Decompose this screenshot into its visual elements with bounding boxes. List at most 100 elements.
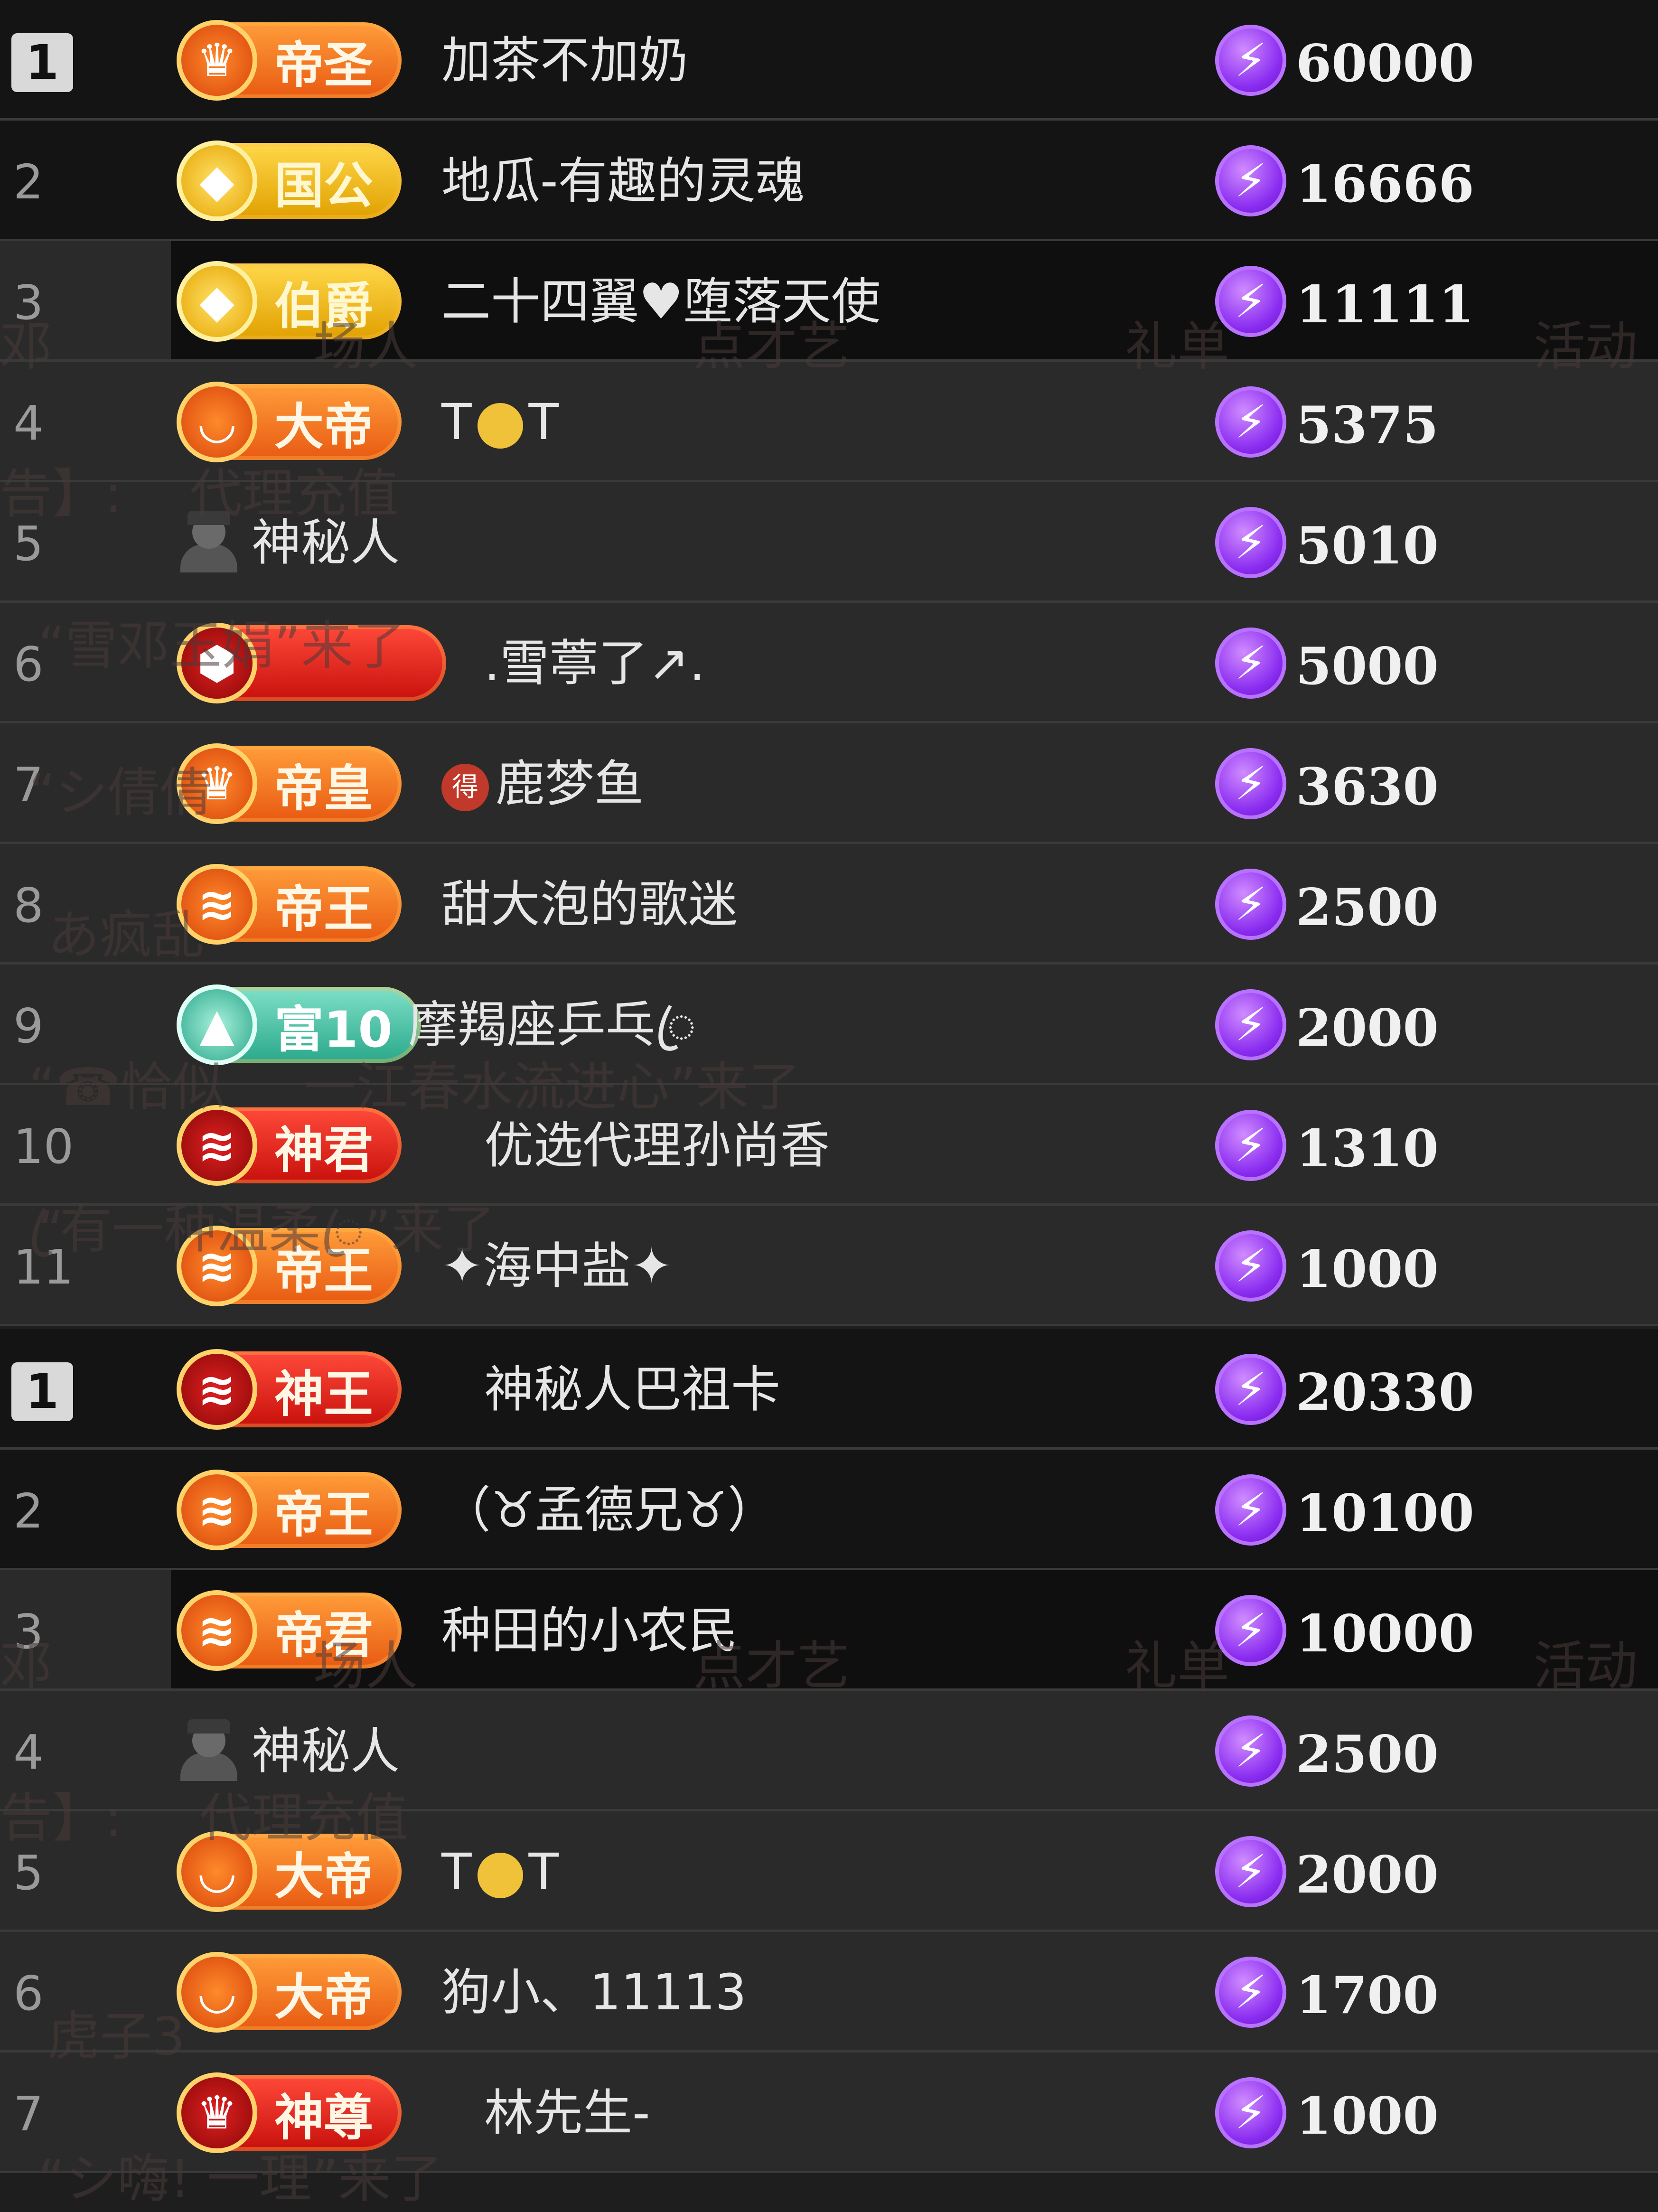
leaderboard-row[interactable]: 5 ◡ 大帝 T T ⚡ 2000	[0, 1811, 1658, 1932]
contribution-score: 3630	[1296, 757, 1439, 817]
leaderboard-row[interactable]: 3 ≋ 帝君 种田的小农民 ⚡ 10000	[0, 1570, 1658, 1691]
leaderboard-row[interactable]: 1 ≋ 神王 神秘人巴祖卡 ⚡ 20330	[0, 1329, 1658, 1450]
rank-number: 3	[13, 1604, 44, 1659]
username-text: （♉孟德兄♉）	[441, 1481, 777, 1539]
username[interactable]: 得鹿梦鱼	[441, 759, 644, 811]
contribution-score: 16666	[1296, 154, 1474, 214]
rank-number: 4	[13, 1725, 44, 1780]
username[interactable]: 摩羯座乒乓ꦿ	[408, 1000, 696, 1050]
leaderboard-row[interactable]: 11 ≋ 帝王 ✦海中盐✦ ⚡ 1000	[0, 1206, 1658, 1326]
username-text: 地瓜-有趣的灵魂	[441, 152, 805, 210]
username[interactable]: （♉孟德兄♉）	[441, 1485, 777, 1535]
leaderboard-row[interactable]: 4 神秘人 ⚡ 2500	[0, 1691, 1658, 1811]
username-text: 神秘人巴祖卡	[484, 1360, 781, 1418]
contribution-score: 10000	[1296, 1604, 1474, 1664]
username[interactable]: TT	[441, 397, 559, 449]
username-text: 甜大泡的歌迷	[441, 875, 738, 933]
badge-label: 帝君	[274, 1606, 374, 1664]
rank-title-badge: ≋ 神王	[177, 1349, 402, 1430]
username[interactable]: 神秘人	[252, 1726, 400, 1776]
username[interactable]: 神秘人	[252, 518, 400, 567]
username[interactable]: 甜大泡的歌迷	[441, 880, 738, 929]
leaderboard-row[interactable]: 5 神秘人 ⚡ 5010	[0, 482, 1658, 603]
username[interactable]: .雪葶了↗.	[484, 638, 705, 688]
rank-title-badge: ≋ 帝王	[177, 864, 402, 945]
rank-number: 2	[13, 154, 44, 210]
badge-emblem-icon: ⬢	[177, 623, 257, 703]
username-text: 林先生-	[484, 2084, 650, 2142]
contribution-score: 1700	[1296, 1966, 1439, 2025]
leaderboard-row[interactable]: 7 ♛ 神尊 林先生- ⚡ 1000	[0, 2053, 1658, 2173]
badge-emblem-icon: ♛	[177, 20, 257, 101]
leaderboard-row[interactable]: 2 ◆ 国公 地瓜-有趣的灵魂 ⚡ 16666	[0, 121, 1658, 241]
rank-number: 4	[13, 395, 44, 451]
leaderboard-row[interactable]: 2 ≋ 帝王 （♉孟德兄♉） ⚡ 10100	[0, 1450, 1658, 1570]
badge-emblem-icon: ≋	[177, 1590, 257, 1671]
badge-emblem-icon: ≋	[177, 1349, 257, 1430]
lightning-gem-icon: ⚡	[1215, 1110, 1286, 1181]
mystery-user-icon	[180, 511, 237, 572]
leaderboard-row[interactable]: 6 ◡ 大帝 狗小、11113 ⚡ 1700	[0, 1932, 1658, 2053]
rank-title-badge: ≋ 帝王	[177, 1226, 402, 1306]
username[interactable]: 种田的小农民	[441, 1606, 738, 1655]
contribution-score: 20330	[1296, 1363, 1474, 1423]
username[interactable]: 林先生-	[484, 2088, 650, 2137]
leaderboard-row[interactable]: 6 ⬢ .雪葶了↗. ⚡ 5000	[0, 603, 1658, 723]
badge-emblem-icon: ▲	[177, 984, 257, 1065]
emoji-face-icon	[477, 1852, 523, 1898]
username[interactable]: TT	[441, 1847, 559, 1898]
username-part: T	[528, 1843, 559, 1901]
username[interactable]: 神秘人巴祖卡	[484, 1365, 780, 1414]
rank-number: 3	[13, 275, 44, 330]
username-part: T	[528, 393, 559, 451]
contribution-score: 11111	[1296, 275, 1474, 335]
contribution-score: 2500	[1296, 1725, 1439, 1784]
rank-number: 5	[13, 516, 44, 572]
badge-emblem-icon: ≋	[177, 1470, 257, 1550]
username-text: 优选代理孙尚香	[484, 1116, 830, 1174]
rank-number: 6	[13, 637, 44, 692]
username-text: 加茶不加奶	[441, 31, 689, 89]
lightning-gem-icon: ⚡	[1215, 1836, 1286, 1907]
lightning-gem-icon: ⚡	[1215, 1957, 1286, 2028]
leaderboard-row[interactable]: 10 ≋ 神君 优选代理孙尚香 ⚡ 1310	[0, 1085, 1658, 1206]
badge-emblem-icon: ≋	[177, 1105, 257, 1186]
lightning-gem-icon: ⚡	[1215, 1474, 1286, 1546]
badge-label: 神君	[274, 1121, 374, 1179]
rank-title-badge: ≋ 帝王	[177, 1470, 402, 1550]
lightning-gem-icon: ⚡	[1215, 25, 1286, 96]
contribution-score: 1000	[1296, 1239, 1439, 1299]
rank-title-badge: ◆ 伯爵	[177, 261, 402, 342]
username-text: .雪葶了↗.	[484, 634, 705, 692]
rank-title-badge: ♛ 帝皇	[177, 743, 402, 824]
leaderboard-row[interactable]: 4 ◡ 大帝 T T ⚡ 5375	[0, 362, 1658, 482]
rank-number: 1	[11, 1362, 73, 1421]
leaderboard-row[interactable]: 9 ▲ 富10 摩羯座乒乓ꦿ ⚡ 2000	[0, 965, 1658, 1085]
rank-number: 10	[13, 1119, 74, 1174]
badge-emblem-icon: ≋	[177, 1226, 257, 1306]
rank-number: 9	[13, 998, 44, 1054]
username[interactable]: 二十四翼♥堕落天使	[441, 277, 881, 326]
rank-number: 2	[13, 1483, 44, 1539]
badge-label: 大帝	[274, 1968, 374, 2026]
badge-label: 神尊	[274, 2088, 374, 2146]
emoji-face-icon	[477, 403, 523, 449]
leaderboard-row[interactable]: 1 ♛ 帝圣 加茶不加奶 ⚡ 60000	[0, 0, 1658, 121]
leaderboard-row[interactable]: 8 ≋ 帝王 甜大泡的歌迷 ⚡ 2500	[0, 844, 1658, 965]
leaderboard-row[interactable]: 3 ◆ 伯爵 二十四翼♥堕落天使 ⚡ 11111	[0, 241, 1658, 362]
rank-number: 1	[11, 33, 73, 92]
username[interactable]: ✦海中盐✦	[441, 1241, 672, 1291]
badge-label: 富10	[274, 1000, 393, 1059]
username[interactable]: 狗小、11113	[441, 1968, 747, 2017]
rank-number: 7	[13, 757, 44, 813]
username[interactable]: 加茶不加奶	[441, 36, 688, 85]
username[interactable]: 地瓜-有趣的灵魂	[441, 156, 805, 206]
badge-label: 大帝	[274, 1847, 374, 1905]
username[interactable]: 优选代理孙尚香	[484, 1121, 830, 1170]
leaderboard-row[interactable]: 7 ♛ 帝皇 得鹿梦鱼 ⚡ 3630	[0, 723, 1658, 844]
rank-title-badge: ♛ 神尊	[177, 2072, 402, 2153]
badge-emblem-icon: ♛	[177, 2072, 257, 2153]
rank-title-badge: ◡ 大帝	[177, 382, 402, 462]
fan-medal-icon: 得	[441, 763, 489, 811]
contribution-score: 10100	[1296, 1483, 1474, 1543]
